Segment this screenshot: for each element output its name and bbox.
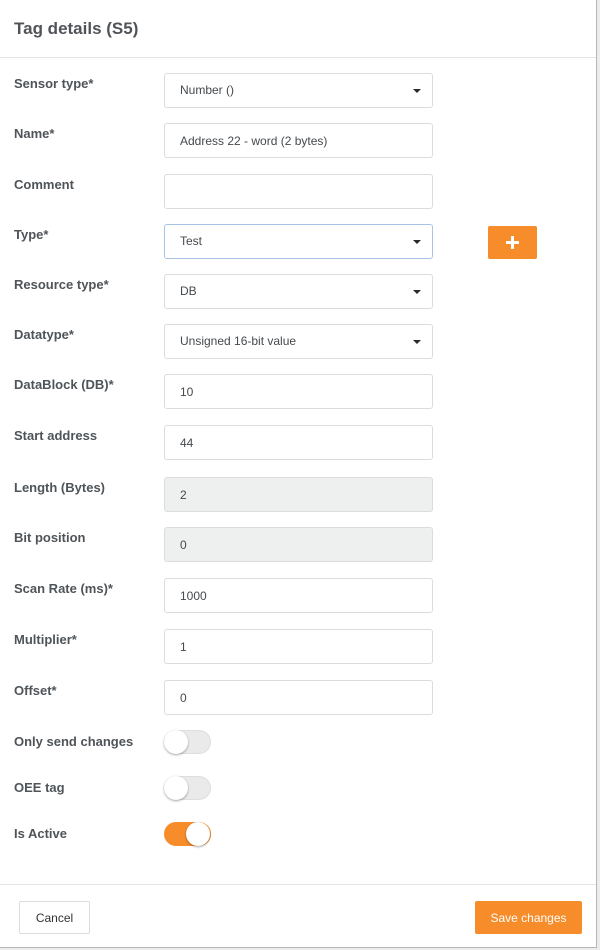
resource-type-value: DB [180,284,197,298]
datablock-label: DataBlock (DB)* [14,377,114,392]
comment-label: Comment [14,177,74,192]
datatype-select[interactable]: Unsigned 16-bit value [164,324,433,359]
save-changes-button[interactable]: Save changes [475,901,582,934]
dialog-footer: Cancel Save changes [0,884,596,947]
toggle-knob [186,822,210,846]
bit-position-label: Bit position [14,530,86,545]
bit-position-input [164,527,433,562]
add-type-button[interactable] [488,226,537,259]
type-value: Test [180,234,203,248]
multiplier-label: Multiplier* [14,632,77,647]
start-address-input[interactable] [164,425,433,460]
caret-down-icon [413,340,421,344]
sensor-type-value: Number () [180,83,235,97]
toggle-knob [164,730,188,754]
comment-input[interactable] [164,174,433,209]
datatype-value: Unsigned 16-bit value [180,334,297,348]
caret-down-icon [413,89,421,93]
datablock-input[interactable] [164,374,433,409]
caret-down-icon [413,290,421,294]
name-input[interactable] [164,123,433,158]
plus-icon [506,236,519,249]
is-active-label: Is Active [14,826,67,841]
resource-type-select[interactable]: DB [164,274,433,309]
start-address-label: Start address [14,428,98,443]
toggle-knob [164,776,188,800]
name-label: Name* [14,126,55,141]
is-active-toggle[interactable] [164,822,211,846]
oee-tag-label: OEE tag [14,780,65,795]
type-label: Type* [14,227,49,242]
dialog-title: Tag details (S5) [14,19,139,38]
length-label: Length (Bytes) [14,480,105,495]
only-send-changes-toggle[interactable] [164,730,211,754]
oee-tag-toggle[interactable] [164,776,211,800]
dialog-header: Tag details (S5) [0,0,596,58]
multiplier-input[interactable] [164,629,433,664]
scan-rate-label: Scan Rate (ms)* [14,581,113,596]
scan-rate-input[interactable] [164,578,433,613]
length-input [164,477,433,512]
offset-input[interactable] [164,680,433,715]
offset-label: Offset* [14,683,57,698]
sensor-type-label: Sensor type* [14,76,94,91]
sensor-type-select[interactable]: Number () [164,73,433,108]
cancel-button[interactable]: Cancel [19,901,90,934]
resource-type-label: Resource type* [14,277,109,292]
only-send-changes-label: Only send changes [14,734,134,749]
type-select[interactable]: Test [164,224,433,259]
caret-down-icon [413,240,421,244]
tag-details-dialog: Tag details (S5) Sensor type* Number () … [0,0,597,948]
datatype-label: Datatype* [14,327,74,342]
